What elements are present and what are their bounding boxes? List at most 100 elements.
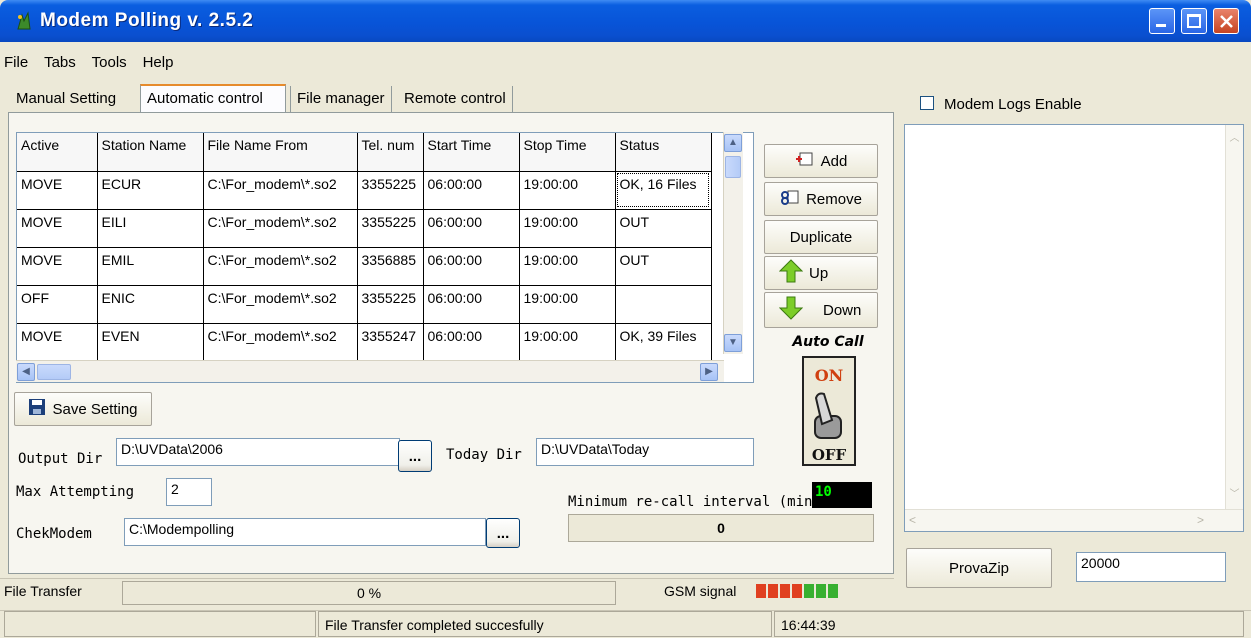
tab-manual-setting[interactable]: Manual Setting — [10, 86, 122, 112]
cell-tel-num[interactable]: 3355225 — [357, 209, 424, 248]
stations-grid[interactable]: Active Station Name File Name From Tel. … — [16, 132, 754, 383]
scroll-down-icon[interactable]: ﹀ — [1228, 485, 1241, 500]
cell-stop-time[interactable]: 19:00:00 — [519, 171, 616, 210]
table-row[interactable]: MOVE EMIL C:\For_modem\*.so2 3356885 06:… — [17, 247, 712, 286]
max-attempting-field[interactable]: 2 — [166, 478, 212, 506]
cell-active[interactable]: MOVE — [17, 171, 98, 210]
today-dir-field[interactable]: D:\UVData\Today — [536, 438, 754, 466]
cell-file-name-from[interactable]: C:\For_modem\*.so2 — [203, 171, 358, 210]
save-setting-button[interactable]: Save Setting — [14, 392, 152, 426]
scroll-down-button[interactable]: ▼ — [724, 334, 742, 352]
cell-stop-time[interactable]: 19:00:00 — [519, 209, 616, 248]
col-header-status[interactable]: Status — [615, 133, 712, 172]
add-label: Add — [820, 152, 848, 170]
duplicate-button[interactable]: Duplicate — [764, 220, 878, 254]
menu-file[interactable]: File — [4, 54, 28, 71]
cell-station-name[interactable]: EVEN — [97, 323, 204, 362]
output-dir-browse-button[interactable]: ... — [398, 440, 432, 472]
stations-table: Active Station Name File Name From Tel. … — [17, 133, 712, 362]
scroll-thumb[interactable] — [37, 364, 71, 380]
cell-start-time[interactable]: 06:00:00 — [423, 171, 520, 210]
cell-start-time[interactable]: 06:00:00 — [423, 285, 520, 324]
max-attempting-label: Max Attempting — [16, 484, 135, 500]
maximize-button[interactable] — [1181, 8, 1207, 34]
modem-log-pane[interactable]: ︿ ﹀ < > — [904, 124, 1244, 532]
cell-status[interactable]: OUT — [615, 247, 712, 286]
cell-station-name[interactable]: ECUR — [97, 171, 204, 210]
arrow-down-icon — [778, 296, 804, 325]
cell-tel-num[interactable]: 3355225 — [357, 285, 424, 324]
gsm-signal-bar — [792, 584, 802, 598]
table-header-row: Active Station Name File Name From Tel. … — [17, 133, 712, 172]
add-button[interactable]: Add — [764, 144, 878, 178]
col-header-file-name-from[interactable]: File Name From — [203, 133, 358, 172]
cell-stop-time[interactable]: 19:00:00 — [519, 285, 616, 324]
cell-tel-num[interactable]: 3355247 — [357, 323, 424, 362]
cell-stop-time[interactable]: 19:00:00 — [519, 247, 616, 286]
up-button[interactable]: Up — [764, 256, 878, 290]
chekmodem-field[interactable]: C:\Modempolling — [124, 518, 486, 546]
log-vertical-scrollbar[interactable]: ︿ ﹀ — [1225, 125, 1243, 509]
cell-tel-num[interactable]: 3356885 — [357, 247, 424, 286]
menu-tools[interactable]: Tools — [92, 54, 127, 71]
cell-file-name-from[interactable]: C:\For_modem\*.so2 — [203, 285, 358, 324]
cell-station-name[interactable]: ENIC — [97, 285, 204, 324]
remove-button[interactable]: Remove — [764, 182, 878, 216]
min-recall-display[interactable]: 10 — [812, 482, 872, 508]
scroll-up-button[interactable]: ▲ — [724, 134, 742, 152]
scroll-left-button[interactable]: ◀ — [17, 363, 35, 381]
scroll-right-icon[interactable]: > — [1197, 513, 1204, 527]
minimize-button[interactable] — [1149, 8, 1175, 34]
cell-tel-num[interactable]: 3355225 — [357, 171, 424, 210]
cell-status[interactable]: OUT — [615, 209, 712, 248]
grid-horizontal-scrollbar[interactable]: ◀ ▶ — [16, 360, 724, 382]
cell-status[interactable]: OK, 16 Files — [615, 171, 712, 210]
grid-vertical-scrollbar[interactable]: ▲ ▼ — [723, 132, 743, 354]
table-row[interactable]: MOVE ECUR C:\For_modem\*.so2 3355225 06:… — [17, 171, 712, 210]
scroll-right-button[interactable]: ▶ — [700, 363, 718, 381]
scroll-thumb[interactable] — [725, 156, 741, 178]
tab-file-manager[interactable]: File manager — [290, 86, 392, 112]
cell-active[interactable]: OFF — [17, 285, 98, 324]
col-header-stop-time[interactable]: Stop Time — [519, 133, 616, 172]
col-header-start-time[interactable]: Start Time — [423, 133, 520, 172]
cell-status[interactable] — [615, 285, 712, 324]
output-dir-field[interactable]: D:\UVData\2006 — [116, 438, 400, 466]
cell-file-name-from[interactable]: C:\For_modem\*.so2 — [203, 247, 358, 286]
cell-status[interactable]: OK, 39 Files — [615, 323, 712, 362]
col-header-station-name[interactable]: Station Name — [97, 133, 204, 172]
cell-stop-time[interactable]: 19:00:00 — [519, 323, 616, 362]
cell-active[interactable]: MOVE — [17, 323, 98, 362]
cell-start-time[interactable]: 06:00:00 — [423, 247, 520, 286]
cell-station-name[interactable]: EILI — [97, 209, 204, 248]
min-recall-label: Minimum re-call interval (min) — [568, 494, 821, 510]
table-row[interactable]: MOVE EVEN C:\For_modem\*.so2 3355247 06:… — [17, 323, 712, 362]
tab-remote-control[interactable]: Remote control — [398, 86, 513, 112]
close-button[interactable] — [1213, 8, 1239, 34]
autocall-toggle[interactable]: ON OFF — [802, 356, 856, 466]
log-horizontal-scrollbar[interactable]: < > — [905, 509, 1243, 531]
col-header-tel-num[interactable]: Tel. num — [357, 133, 424, 172]
cell-start-time[interactable]: 06:00:00 — [423, 323, 520, 362]
table-row[interactable]: OFF ENIC C:\For_modem\*.so2 3355225 06:0… — [17, 285, 712, 324]
cell-active[interactable]: MOVE — [17, 209, 98, 248]
tab-automatic-control[interactable]: Automatic control — [140, 84, 286, 114]
col-header-active[interactable]: Active — [17, 133, 98, 172]
menu-tabs[interactable]: Tabs — [44, 54, 76, 71]
cell-file-name-from[interactable]: C:\For_modem\*.so2 — [203, 323, 358, 362]
table-row[interactable]: MOVE EILI C:\For_modem\*.so2 3355225 06:… — [17, 209, 712, 248]
menu-help[interactable]: Help — [143, 54, 174, 71]
cell-station-name[interactable]: EMIL — [97, 247, 204, 286]
modem-logs-checkbox[interactable] — [920, 96, 934, 110]
remove-label: Remove — [806, 190, 862, 208]
maximize-icon — [1187, 14, 1201, 28]
scroll-up-icon[interactable]: ︿ — [1228, 129, 1241, 144]
provazip-field[interactable]: 20000 — [1076, 552, 1226, 582]
cell-file-name-from[interactable]: C:\For_modem\*.so2 — [203, 209, 358, 248]
cell-active[interactable]: MOVE — [17, 247, 98, 286]
cell-start-time[interactable]: 06:00:00 — [423, 209, 520, 248]
down-button[interactable]: Down — [764, 292, 878, 328]
scroll-left-icon[interactable]: < — [909, 513, 916, 527]
chekmodem-browse-button[interactable]: ... — [486, 518, 520, 548]
provazip-button[interactable]: ProvaZip — [906, 548, 1052, 588]
